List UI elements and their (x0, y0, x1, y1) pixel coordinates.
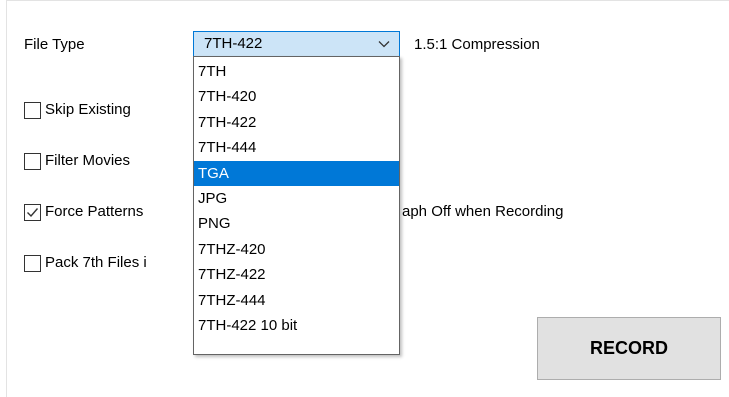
dropdown-option-7th-422[interactable]: 7TH-422 (194, 110, 399, 135)
record-button[interactable]: RECORD (537, 317, 721, 380)
dropdown-option-7th-444[interactable]: 7TH-444 (194, 135, 399, 160)
force-patterns-label-continuation: aph Off when Recording (402, 203, 564, 220)
filter-movies-checkbox-row[interactable]: Filter Movies (24, 149, 130, 173)
dialog-border-top (6, 0, 729, 1)
file-type-label: File Type (24, 36, 85, 53)
dropdown-option-tga[interactable]: TGA (194, 160, 399, 186)
dropdown-option-7th-422-10bit[interactable]: 7TH-422 10 bit (194, 313, 399, 338)
record-settings-dialog: File Type 7TH-422 1.5:1 Compression Skip… (0, 0, 729, 397)
pack-7th-files-checkbox[interactable] (24, 254, 41, 272)
skip-existing-checkbox[interactable] (24, 101, 41, 119)
force-patterns-label: Force Patterns (45, 203, 144, 220)
dropdown-option-7th[interactable]: 7TH (194, 59, 399, 84)
dropdown-option-7th-420[interactable]: 7TH-420 (194, 84, 399, 109)
dropdown-option-7thz-420[interactable]: 7THZ-420 (194, 237, 399, 262)
dropdown-option-png[interactable]: PNG (194, 211, 399, 236)
dialog-border-left (6, 0, 7, 397)
filter-movies-checkbox[interactable] (24, 152, 41, 170)
force-patterns-checkbox[interactable] (24, 203, 41, 221)
file-type-combobox[interactable]: 7TH-422 (193, 31, 400, 57)
compression-ratio-label: 1.5:1 Compression (414, 36, 540, 53)
dropdown-option-7thz-422[interactable]: 7THZ-422 (194, 262, 399, 287)
dropdown-option-7thz-444[interactable]: 7THZ-444 (194, 288, 399, 313)
filter-movies-label: Filter Movies (45, 152, 131, 169)
pack-7th-files-label: Pack 7th Files i (45, 254, 147, 271)
dropdown-option-jpg[interactable]: JPG (194, 186, 399, 211)
skip-existing-label: Skip Existing (45, 101, 131, 118)
file-type-dropdown-list[interactable]: 7TH 7TH-420 7TH-422 7TH-444 TGA JPG PNG … (193, 56, 400, 355)
chevron-down-icon[interactable] (369, 32, 399, 56)
force-patterns-checkbox-row[interactable]: Force Patterns (24, 200, 143, 224)
skip-existing-checkbox-row[interactable]: Skip Existing (24, 98, 131, 122)
checkmark-icon (27, 207, 39, 217)
file-type-selected-value: 7TH-422 (204, 35, 263, 52)
pack-7th-files-checkbox-row[interactable]: Pack 7th Files i (24, 251, 147, 275)
